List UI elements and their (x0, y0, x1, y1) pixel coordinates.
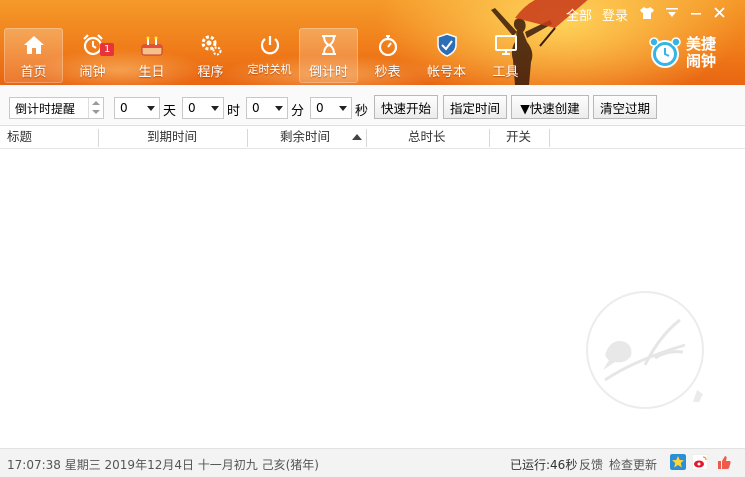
minutes-select[interactable]: 0 (246, 97, 288, 119)
window-topbar: 全部 登录 (556, 5, 725, 24)
nav-item-shutdown[interactable]: 定时关机 (240, 28, 299, 83)
nav-item-birthday[interactable]: 生日 (122, 28, 181, 83)
seconds-unit: 秒 (355, 104, 369, 119)
hours-select[interactable]: 0 (182, 97, 224, 119)
nav-item-countdown[interactable]: 倒计时 (299, 28, 358, 83)
nav-item-home[interactable]: 首页 (4, 28, 63, 83)
weibo-icon[interactable] (692, 454, 708, 470)
status-bar: 17:07:38 星期三 2019年12月4日 十一月初九 己亥(猪年) 已运行… (0, 448, 745, 477)
sort-ascending-icon (352, 134, 362, 140)
nav-item-program[interactable]: 程序 (181, 28, 240, 83)
reminder-type-value: 倒计时提醒 (15, 101, 76, 116)
brand-logo-icon (649, 37, 681, 68)
app-header: 全部 登录 首页 1 闹钟 生日 程序 定时关机 倒计时 秒表 帐号本 工具 美… (0, 0, 745, 85)
countdown-toolbar: 倒计时提醒 0 天 0 时 0 分 0 秒 快速开始 指定时间 ▼快速创建 清空… (0, 85, 745, 125)
chevron-down-icon (211, 106, 219, 111)
nav-item-account-book[interactable]: 帐号本 (417, 28, 476, 83)
nav-item-tools[interactable]: 工具 (476, 28, 535, 83)
column-header-switch[interactable]: 开关 (506, 126, 531, 148)
column-divider[interactable] (366, 129, 367, 147)
minutes-unit: 分 (291, 104, 305, 119)
column-header-due-time[interactable]: 到期时间 (147, 126, 197, 148)
home-icon (22, 33, 46, 57)
hours-unit: 时 (227, 104, 241, 119)
power-icon (258, 33, 282, 57)
column-header-total-duration[interactable]: 总时长 (408, 126, 446, 148)
shield-icon (435, 33, 459, 57)
hourglass-icon (317, 33, 341, 57)
column-header-title[interactable]: 标题 (7, 126, 32, 148)
monitor-icon (494, 33, 518, 57)
quick-create-button[interactable]: ▼快速创建 (511, 95, 589, 119)
chevron-down-icon (339, 106, 347, 111)
menu-icon[interactable] (666, 7, 678, 22)
stopwatch-icon (376, 33, 400, 57)
close-icon[interactable] (714, 7, 725, 22)
nav-label: 首页 (20, 65, 47, 80)
column-divider[interactable] (247, 129, 248, 147)
countdown-table-header: 标题 到期时间 剩余时间 总时长 开关 (0, 125, 745, 149)
bird-watermark-icon (586, 291, 704, 409)
quick-start-button[interactable]: 快速开始 (374, 95, 438, 119)
brand-name: 美捷闹钟 (686, 35, 717, 70)
days-value: 0 (120, 101, 128, 115)
clear-expired-button[interactable]: 清空过期 (593, 95, 657, 119)
hours-value: 0 (188, 101, 196, 115)
chevron-down-icon (275, 106, 283, 111)
gear-icon (199, 33, 223, 57)
seconds-select[interactable]: 0 (310, 97, 352, 119)
seconds-value: 0 (316, 101, 324, 115)
brand: 美捷闹钟 (648, 36, 722, 70)
nav-label: 定时关机 (247, 63, 292, 76)
feedback-link[interactable]: 反馈 (579, 456, 603, 473)
minimize-icon[interactable] (690, 7, 702, 22)
nav-label: 秒表 (374, 65, 401, 80)
nav-item-alarm[interactable]: 1 闹钟 (63, 28, 122, 83)
shirt-icon[interactable] (640, 6, 654, 23)
main-nav: 首页 1 闹钟 生日 程序 定时关机 倒计时 秒表 帐号本 工具 (4, 28, 535, 83)
nav-label: 帐号本 (426, 65, 466, 80)
qzone-star-icon[interactable] (670, 454, 686, 470)
reminder-type-spinner[interactable] (88, 98, 103, 118)
nav-label: 生日 (138, 65, 165, 80)
nav-label: 程序 (197, 65, 224, 80)
thumbs-up-icon[interactable] (716, 454, 732, 470)
nav-label: 倒计时 (308, 65, 348, 80)
column-header-remaining-time[interactable]: 剩余时间 (280, 126, 330, 148)
days-select[interactable]: 0 (114, 97, 160, 119)
set-time-button[interactable]: 指定时间 (443, 95, 507, 119)
status-running-time: 已运行:46秒 (510, 458, 578, 472)
nav-label: 闹钟 (79, 65, 106, 80)
alarm-badge: 1 (100, 43, 115, 56)
days-unit: 天 (163, 104, 177, 119)
reminder-type-select[interactable]: 倒计时提醒 (9, 97, 104, 119)
chevron-down-icon (147, 106, 155, 111)
login-link[interactable]: 登录 (602, 5, 628, 24)
column-divider[interactable] (549, 129, 550, 147)
all-link[interactable]: 全部 (566, 5, 592, 24)
column-divider[interactable] (489, 129, 490, 147)
column-divider[interactable] (98, 129, 99, 147)
cake-icon (140, 33, 164, 57)
nav-label: 工具 (492, 65, 519, 80)
check-update-link[interactable]: 检查更新 (609, 456, 657, 473)
status-datetime: 17:07:38 星期三 2019年12月4日 十一月初九 己亥(猪年) (7, 458, 319, 472)
nav-item-stopwatch[interactable]: 秒表 (358, 28, 417, 83)
minutes-value: 0 (252, 101, 260, 115)
